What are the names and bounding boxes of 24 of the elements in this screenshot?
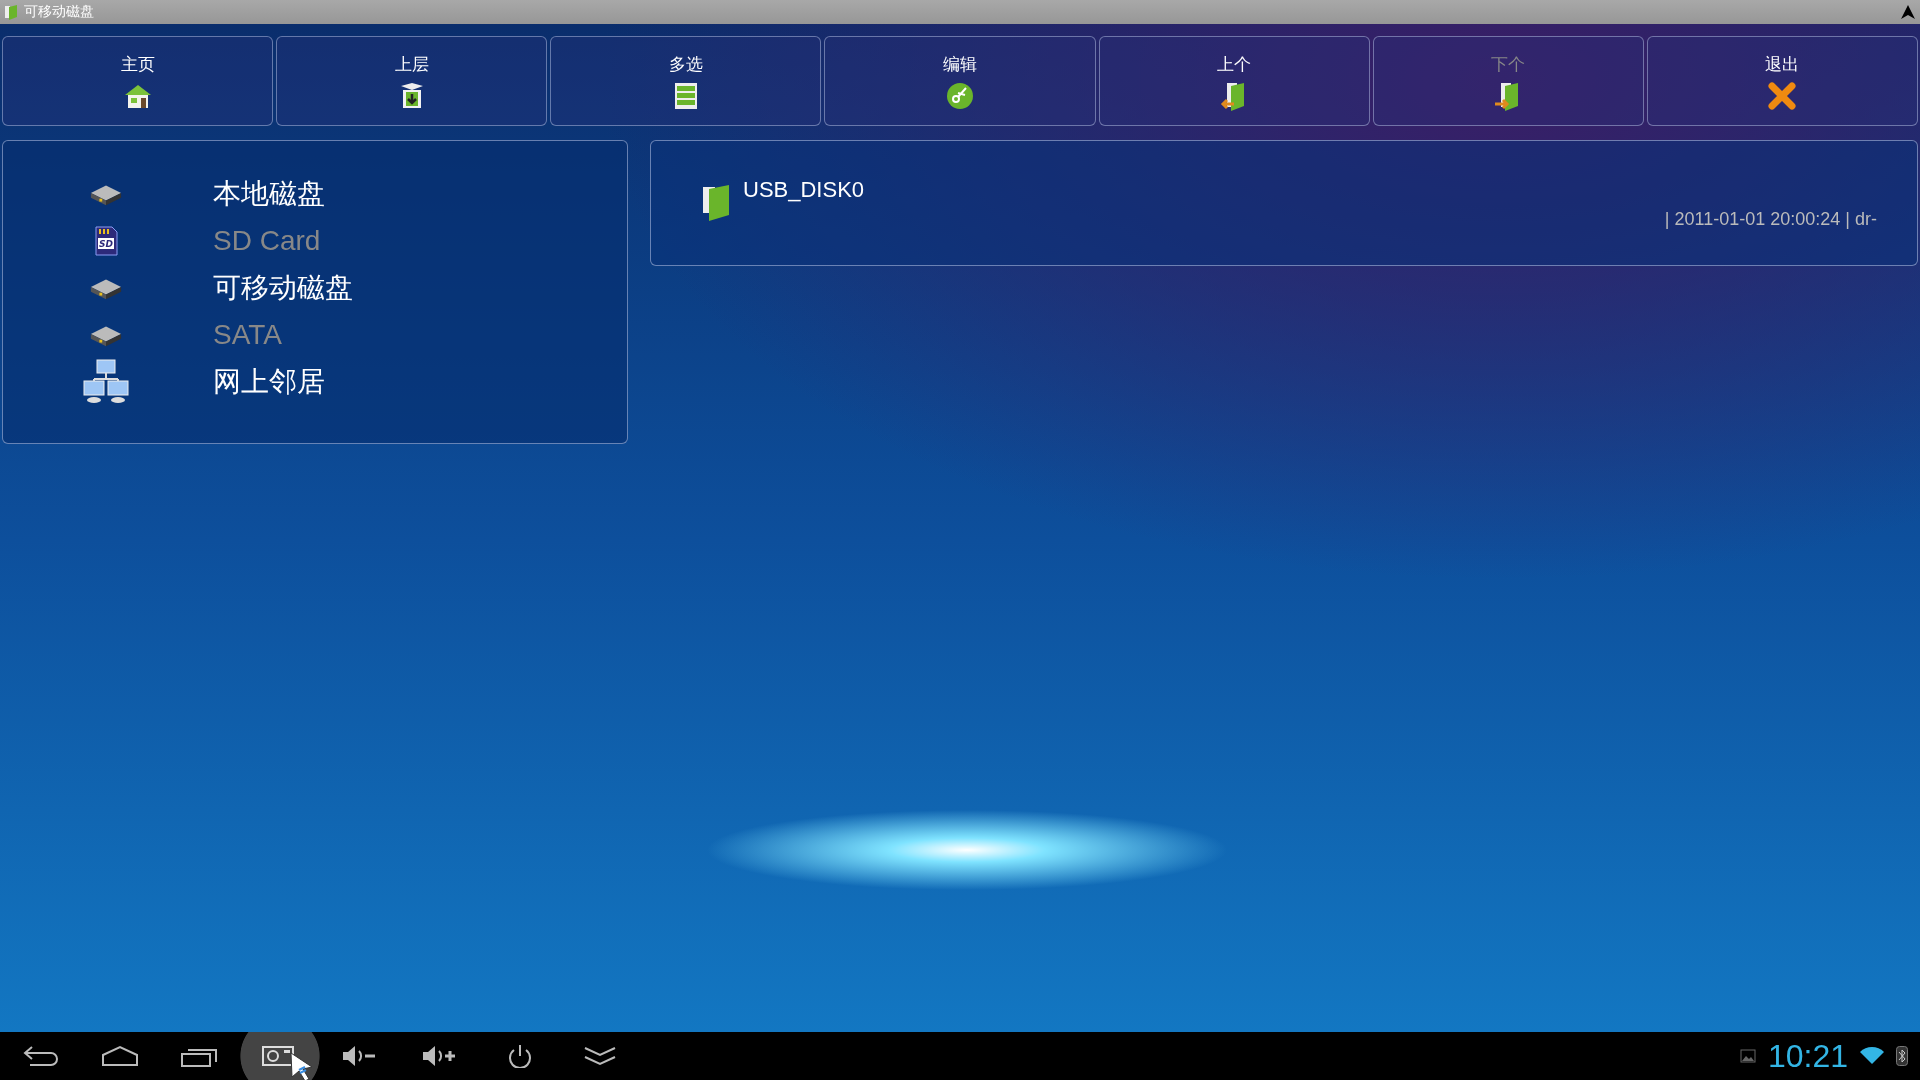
window-title: 可移动磁盘	[24, 3, 95, 21]
clock-time: 10:21	[1767, 1037, 1848, 1075]
toolbar-button[interactable]: 主页	[2, 36, 274, 126]
network-computers-icon	[83, 358, 129, 405]
mouse-cursor-icon	[290, 1052, 314, 1080]
sidebar-item[interactable]: 可移动磁盘	[213, 268, 353, 307]
home-icon	[100, 1044, 140, 1068]
file-name: USB_DISK0	[743, 177, 865, 203]
sidebar-item[interactable]: 网上邻居	[213, 362, 325, 401]
file-item[interactable]: USB_DISK0 | 2011-01-01 20:00:24 | dr-	[650, 140, 1918, 266]
toolbar-button[interactable]: 编辑	[824, 36, 1096, 126]
close-icon	[1766, 80, 1799, 112]
image-notification-icon	[1739, 1049, 1756, 1063]
sidebar-item[interactable]: 本地磁盘	[213, 174, 325, 213]
bluetooth-icon	[1896, 1046, 1908, 1066]
toolbar-button[interactable]: 多选	[550, 36, 822, 126]
toolbar-button[interactable]: 上层	[276, 36, 548, 126]
toolbar-button[interactable]: 上个	[1098, 36, 1370, 126]
toolbar-button[interactable]: 退出	[1646, 36, 1918, 126]
file-details: | 2011-01-01 20:00:24 | dr-	[1664, 209, 1877, 230]
arrow-icon	[1900, 4, 1916, 20]
folder-icon	[4, 4, 18, 20]
wifi-icon	[1860, 1047, 1884, 1065]
sd-card-icon: SD	[94, 225, 118, 256]
